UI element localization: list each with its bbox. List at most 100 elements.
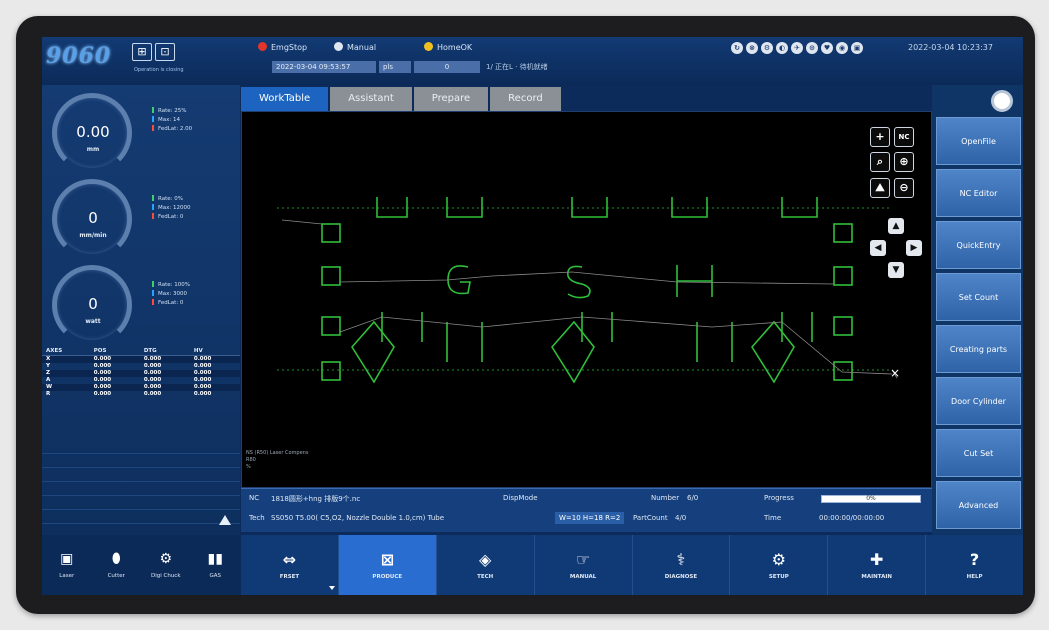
move-right-button[interactable]: ▶	[906, 240, 922, 256]
frset-icon: ⇔	[282, 549, 297, 569]
time-field: 2022-03-04 09:53:57	[272, 61, 376, 73]
zoom-fit-button[interactable]: ⌕	[870, 152, 890, 172]
tab-assistant[interactable]: Assistant	[330, 87, 412, 111]
tab-worktable[interactable]: WorkTable	[241, 87, 329, 111]
diagnose-icon: ⚕	[676, 549, 686, 569]
job-status-bar: NC 1818圆形+hng 排版9个.nc DispMode Number 6/…	[241, 488, 932, 532]
empty-list-area	[42, 440, 240, 535]
chuck-icon: ⚙	[159, 551, 173, 567]
power-toggle-icon[interactable]	[991, 90, 1013, 112]
refresh-icon[interactable]: ↻	[731, 42, 743, 54]
datetime: 2022-03-04 10:23:37	[908, 43, 993, 52]
mode-field: pls	[379, 61, 411, 73]
nc-filename: 1818圆形+hng 排版9个.nc	[271, 495, 361, 503]
axes-header-row: AXES POS DTG HV	[42, 347, 240, 356]
window-icon[interactable]: ▣	[851, 42, 863, 54]
contrast-icon[interactable]: ◐	[776, 42, 788, 54]
time-label: Time	[764, 514, 782, 522]
nc-editor-button[interactable]: NC Editor	[936, 169, 1021, 217]
gas-button[interactable]: ▮▮ GAS	[191, 535, 241, 595]
record-icon[interactable]: ◉	[836, 42, 848, 54]
gauge-value: 0	[88, 295, 98, 313]
move-up-button[interactable]: ▲	[888, 218, 904, 234]
send-icon[interactable]: ✈	[791, 42, 803, 54]
target-icon[interactable]: ⊙	[806, 42, 818, 54]
open-file-button[interactable]: OpenFile	[936, 117, 1021, 165]
nc-label: NC	[249, 494, 260, 502]
tab-prepare[interactable]: Prepare	[413, 87, 489, 111]
nav-maintain[interactable]: ✚ MAINTAIN	[828, 535, 927, 595]
nav-diagnose[interactable]: ⚕ DIAGNOSE	[633, 535, 731, 595]
axes-table: AXES POS DTG HV X 0.000 0.000 0.000 Y 0.000 0…	[42, 347, 240, 398]
move-left-button[interactable]: ◀	[870, 240, 886, 256]
right-panel: OpenFile NC Editor QuickEntry Set Count …	[932, 85, 1023, 535]
unlock-icon[interactable]: ⊡	[155, 43, 175, 61]
move-down-button[interactable]: ▼	[888, 262, 904, 278]
mirror-view-button[interactable]: ⛰	[870, 178, 890, 198]
emgstop-icon	[258, 42, 267, 51]
nav-caret-icon	[329, 586, 335, 590]
nav-produce[interactable]: ⊠ PRODUCE	[338, 535, 437, 595]
left-tool-buttons: ▣ Laser ⬮ Cutter ⚙ Digi Chuck ▮▮ GAS	[42, 535, 240, 595]
tab-record[interactable]: Record	[490, 87, 561, 111]
height-gauge-stats: Rate: 25% Max: 14 FedLat: 2.00	[152, 107, 192, 134]
gas-cylinder-icon: ▮▮	[207, 551, 223, 567]
manual-icon	[334, 42, 343, 51]
gauge-unit: watt	[85, 318, 101, 325]
lock-icon[interactable]: ⊞	[132, 43, 152, 61]
power-gauge: 0 watt	[48, 263, 138, 345]
cutter-button[interactable]: ⬮ Cutter	[92, 535, 142, 595]
set-count-button[interactable]: Set Count	[936, 273, 1021, 321]
nav-manual[interactable]: ☞ MANUAL	[535, 535, 633, 595]
work-canvas[interactable]: × + NC ⌕ ⊕ ⛰ ⊖ ▲ ◀ ▶ ▼ NS (R50) Laser Co…	[241, 111, 932, 488]
main-tabs: WorkTable Assistant Prepare Record	[241, 87, 561, 111]
center-view-button[interactable]: ⊕	[894, 152, 914, 172]
manual-status: Manual	[334, 42, 376, 52]
advanced-button[interactable]: Advanced	[936, 481, 1021, 529]
nc-view-button[interactable]: NC	[894, 127, 914, 147]
speed-gauge: 0 mm/min	[48, 177, 138, 259]
nav-help[interactable]: ? HELP	[926, 535, 1023, 595]
help-icon: ?	[969, 549, 980, 569]
cut-set-button[interactable]: Cut Set	[936, 429, 1021, 477]
creating-parts-button[interactable]: Creating parts	[936, 325, 1021, 373]
quick-entry-button[interactable]: QuickEntry	[936, 221, 1021, 269]
progress-percent: 0%	[866, 495, 876, 502]
stop-icon[interactable]: ⊗	[746, 42, 758, 54]
table-row: Z 0.000 0.000 0.000	[42, 370, 240, 377]
gear-icon[interactable]: ⚙	[761, 42, 773, 54]
digi-chuck-button[interactable]: ⚙ Digi Chuck	[141, 535, 191, 595]
tech-value: SS050 T5.00( C5,O2, Nozzle Double 1.0,cm…	[271, 514, 445, 522]
zoom-in-button[interactable]: +	[870, 127, 890, 147]
tech-icon: ◈	[479, 549, 492, 569]
nav-tech[interactable]: ◈ TECH	[437, 535, 535, 595]
dimensions-field: W=10 H=18 R=2	[555, 512, 625, 524]
zoom-out-button[interactable]: ⊖	[894, 178, 914, 198]
value-field: 0	[414, 61, 480, 73]
partcount-value: 4/0	[675, 514, 687, 522]
maintain-kit-icon: ✚	[869, 549, 884, 569]
disp-mode: DispMode	[503, 494, 538, 502]
gauge-value: 0	[88, 209, 98, 227]
nav-frset[interactable]: ⇔ FRSET	[241, 535, 339, 595]
svg-text:×: ×	[890, 366, 900, 380]
heart-icon[interactable]: ♥	[821, 42, 833, 54]
status-text: 1/ 正在L · 待机就绪	[486, 63, 548, 71]
height-gauge: 0.00 mm	[48, 91, 138, 173]
nav-setup[interactable]: ⚙ SETUP	[730, 535, 829, 595]
cutter-icon: ⬮	[111, 551, 121, 567]
table-row: R 0.000 0.000 0.000	[46, 391, 212, 397]
left-panel: 0.00 mm Rate: 25% Max: 14 FedLat: 2.00 0…	[42, 85, 240, 535]
nc-code-preview: NS (R50) Laser Compens R80 %	[246, 450, 309, 470]
produce-icon: ⊠	[380, 549, 395, 569]
gauge-unit: mm/min	[79, 232, 107, 239]
collapse-up-icon[interactable]	[219, 515, 231, 525]
lock-caption: Operation is closing	[134, 67, 184, 73]
top-bar: 9060 ⊞ ⊡ Operation is closing EmgStop Ma…	[42, 37, 1023, 85]
number-value: 6/0	[687, 494, 699, 502]
system-icons: ↻ ⊗ ⚙ ◐ ✈ ⊙ ♥ ◉ ▣	[731, 42, 863, 54]
door-cylinder-button[interactable]: Door Cylinder	[936, 377, 1021, 425]
laser-button[interactable]: ▣ Laser	[42, 535, 92, 595]
gauge-value: 0.00	[76, 123, 110, 141]
tech-label: Tech	[249, 514, 265, 522]
